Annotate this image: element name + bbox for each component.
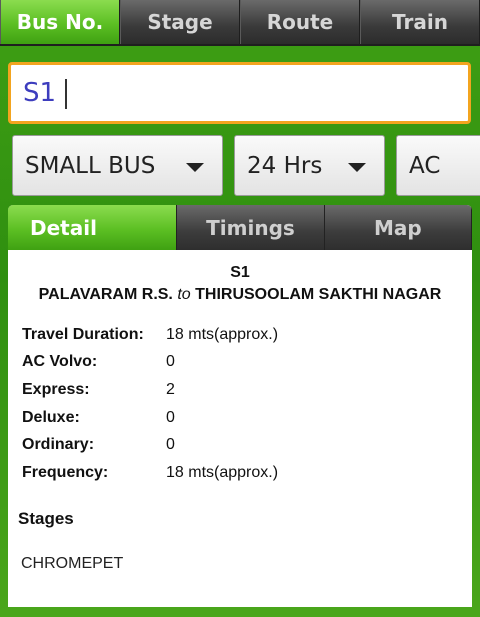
tab-detail[interactable]: Detail bbox=[8, 205, 178, 250]
hours-dropdown[interactable]: 24 Hrs bbox=[234, 135, 385, 196]
ac-value: AC bbox=[409, 152, 441, 179]
info-label: AC Volvo: bbox=[22, 353, 98, 371]
top-tab-bar: Bus No. Stage Route Train bbox=[0, 0, 480, 46]
info-value: 0 bbox=[166, 436, 175, 454]
route-number: S1 bbox=[230, 264, 250, 281]
tab-route[interactable]: Route bbox=[240, 0, 360, 44]
info-value: 2 bbox=[166, 380, 175, 398]
ac-dropdown[interactable]: AC bbox=[396, 135, 480, 196]
text-cursor bbox=[65, 79, 67, 109]
dropdown-arrow-icon bbox=[186, 163, 204, 172]
bus-number-input[interactable] bbox=[23, 65, 468, 121]
route-to: THIRUSOOLAM SAKTHI NAGAR bbox=[195, 286, 442, 303]
bus-type-dropdown[interactable]: SMALL BUS bbox=[12, 135, 223, 196]
info-row-deluxe: Deluxe: 0 bbox=[22, 404, 472, 432]
info-label: Express: bbox=[22, 380, 90, 398]
tab-timings[interactable]: Timings bbox=[177, 205, 325, 250]
detail-tab-bar: Detail Timings Map bbox=[8, 205, 472, 250]
info-value: 0 bbox=[166, 408, 175, 426]
filter-row: SMALL BUS 24 Hrs AC bbox=[0, 135, 480, 197]
stage-item[interactable]: CHROMEPET bbox=[21, 555, 472, 573]
info-label: Deluxe: bbox=[22, 408, 80, 426]
bus-number-search-box bbox=[8, 62, 471, 124]
hours-value: 24 Hrs bbox=[247, 152, 323, 179]
route-header: S1 PALAVARAM R.S. to THIRUSOOLAM SAKTHI … bbox=[8, 250, 472, 306]
route-detail-card: Detail Timings Map S1 PALAVARAM R.S. to … bbox=[8, 205, 472, 607]
tab-stage[interactable]: Stage bbox=[120, 0, 240, 44]
bus-type-value: SMALL BUS bbox=[25, 152, 156, 179]
tab-train[interactable]: Train bbox=[360, 0, 480, 44]
dropdown-arrow-icon bbox=[348, 163, 366, 172]
info-label: Ordinary: bbox=[22, 436, 95, 454]
info-value: 18 mts(approx.) bbox=[166, 463, 279, 481]
tab-map[interactable]: Map bbox=[325, 205, 472, 250]
info-row-express: Express: 2 bbox=[22, 376, 472, 404]
info-value: 18 mts(approx.) bbox=[166, 325, 279, 343]
tab-bus-no[interactable]: Bus No. bbox=[0, 0, 120, 44]
info-label: Travel Duration: bbox=[22, 325, 144, 343]
info-row-frequency: Frequency: 18 mts(approx.) bbox=[22, 459, 472, 487]
info-row-travel-duration: Travel Duration: 18 mts(approx.) bbox=[22, 321, 472, 349]
route-info-list: Travel Duration: 18 mts(approx.) AC Volv… bbox=[22, 321, 472, 487]
info-row-ac-volvo: AC Volvo: 0 bbox=[22, 349, 472, 377]
info-value: 0 bbox=[166, 353, 175, 371]
info-row-ordinary: Ordinary: 0 bbox=[22, 431, 472, 459]
stages-heading: Stages bbox=[18, 508, 74, 528]
route-from: PALAVARAM R.S. bbox=[38, 286, 173, 303]
route-endpoints: PALAVARAM R.S. to THIRUSOOLAM SAKTHI NAG… bbox=[8, 284, 472, 306]
route-to-word: to bbox=[177, 286, 191, 303]
info-label: Frequency: bbox=[22, 463, 109, 481]
